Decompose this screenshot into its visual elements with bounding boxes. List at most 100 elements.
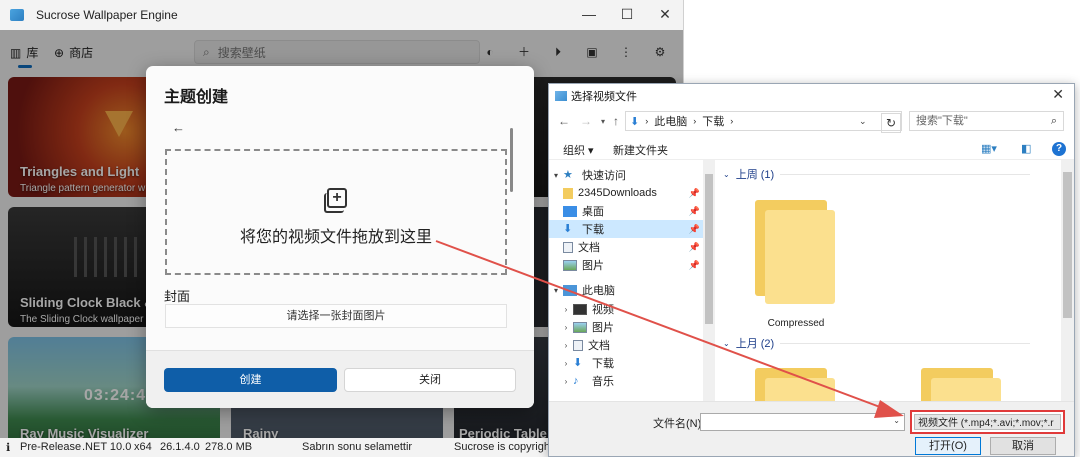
tree-item-documents[interactable]: 文档 📌 — [549, 238, 704, 256]
tree-label: 下载 — [592, 358, 614, 370]
status-framework: .NET 10.0 — [82, 441, 132, 453]
dialog-footer: 创建 关闭 — [146, 350, 534, 408]
tree-item-pc-documents[interactable]: › 文档 — [549, 336, 704, 354]
status-memory: 278.0 MB — [205, 441, 253, 453]
back-arrow-icon[interactable]: ← — [172, 120, 185, 135]
video-icon — [573, 303, 587, 315]
close-button[interactable]: ✕ — [646, 0, 683, 30]
forward-icon[interactable]: → — [580, 114, 592, 128]
open-button[interactable]: 打开(O) — [915, 437, 981, 455]
path-segment-pc[interactable]: 此电脑 — [654, 113, 687, 129]
tree-item-pc-pictures[interactable]: › 图片 — [549, 318, 704, 336]
folder-icon-front — [765, 210, 835, 304]
filename-label: 文件名(N): — [653, 418, 705, 430]
dialog-scrollbar[interactable] — [510, 128, 513, 192]
collapse-icon: ▾ — [553, 285, 558, 295]
expand-icon: › — [564, 322, 568, 332]
tree-label: 文档 — [588, 340, 610, 352]
path-segment-downloads[interactable]: 下载 — [702, 113, 724, 129]
help-icon[interactable]: ? — [1052, 142, 1066, 156]
pin-icon: 📌 — [688, 259, 700, 270]
maximize-button[interactable]: ☐ — [608, 0, 646, 30]
file-list-scroll-thumb[interactable] — [1063, 172, 1072, 318]
tree-item-downloads[interactable]: ⬇ 下载 📌 — [549, 220, 704, 238]
status-version: 26.1.4.0 — [160, 441, 200, 453]
tree-item-2345downloads[interactable]: 2345Downloads 📌 — [549, 184, 704, 202]
tree-quick-access[interactable]: ▾ ★ 快速访问 — [549, 166, 704, 184]
expand-icon: › — [564, 376, 568, 386]
new-folder-button[interactable]: 新建文件夹 — [613, 142, 668, 158]
filename-input[interactable]: ⌄ — [700, 413, 905, 431]
chevron-down-icon[interactable]: ⌄ — [893, 416, 900, 425]
view-options-icon[interactable]: ▦▾ — [981, 142, 997, 155]
create-button[interactable]: 创建 — [164, 368, 337, 392]
group-label: 上周 (1) — [735, 169, 775, 181]
tree-label: 视频 — [592, 304, 614, 316]
tree-item-desktop[interactable]: 桌面 📌 — [549, 202, 704, 220]
back-icon[interactable]: ← — [558, 114, 570, 128]
status-copyright: Sucrose is copyright — [454, 441, 554, 453]
cancel-button[interactable]: 取消 — [990, 437, 1056, 455]
tree-item-pictures[interactable]: 图片 📌 — [549, 256, 704, 274]
folder-search-input[interactable]: 搜索"下载" ⌕ — [909, 111, 1064, 131]
recent-dropdown-icon[interactable]: ▾ — [601, 117, 605, 126]
picture-icon — [573, 321, 587, 333]
group-last-week[interactable]: ⌄ 上周 (1) — [723, 166, 1031, 182]
tree-label: 桌面 — [582, 206, 604, 218]
collapse-icon: ▾ — [553, 170, 558, 180]
tree-label: 2345Downloads — [578, 187, 657, 199]
folder-item[interactable] — [921, 368, 1001, 401]
tree-label: 图片 — [582, 260, 604, 272]
address-row: ← → ▾ ↑ ⬇ › 此电脑 › 下载 › ⌄ ↻ 搜索"下载" ⌕ — [549, 108, 1074, 134]
expand-icon: › — [564, 340, 568, 350]
collapse-icon: ⌄ — [723, 338, 730, 348]
tree-item-videos[interactable]: › 视频 — [549, 300, 704, 318]
pin-icon: 📌 — [688, 241, 700, 252]
organize-button[interactable]: 组织 ▾ — [563, 142, 594, 158]
picture-icon — [563, 259, 577, 271]
file-list: ⌄ 上周 (1) Compressed ⌄ 上月 (2) — [715, 160, 1061, 401]
up-icon[interactable]: ↑ — [613, 114, 619, 128]
tree-label: 此电脑 — [582, 285, 615, 297]
folder-icon-front — [765, 378, 835, 401]
select-cover-button[interactable]: 请选择一张封面图片 — [165, 304, 507, 328]
file-dialog-footer: 文件名(N): ⌄ 视频文件 (*.mp4;*.avi;*.mov;*.r 打开… — [549, 401, 1074, 456]
folder-icon — [563, 187, 573, 199]
group-last-month[interactable]: ⌄ 上月 (2) — [723, 335, 1031, 351]
app-logo-icon — [10, 9, 24, 21]
refresh-icon[interactable]: ↻ — [881, 113, 901, 133]
tree-this-pc[interactable]: ▾ 此电脑 — [549, 281, 704, 299]
drop-zone-text: 将您的视频文件拖放到这里 — [239, 229, 432, 246]
file-list-scrollbar[interactable] — [1061, 160, 1074, 401]
file-dialog-close-button[interactable]: ✕ — [1052, 86, 1064, 103]
minimize-button[interactable]: — — [570, 0, 608, 30]
document-icon — [563, 241, 573, 253]
tree-label: 文档 — [578, 242, 600, 254]
chevron-right-icon: › — [730, 116, 734, 126]
close-dialog-button[interactable]: 关闭 — [344, 368, 516, 392]
preview-pane-icon[interactable]: ◧ — [1021, 142, 1031, 155]
document-icon — [573, 339, 583, 351]
address-dropdown-icon[interactable]: ⌄ — [859, 116, 867, 127]
tree-item-music[interactable]: › ♪ 音乐 — [549, 372, 704, 390]
filetype-value: 视频文件 (*.mp4;*.avi;*.mov;*.r — [914, 414, 1061, 430]
video-drop-zone[interactable]: + 将您的视频文件拖放到这里 — [165, 149, 507, 275]
folder-item[interactable]: Compressed — [755, 200, 835, 340]
tree-scrollbar[interactable] — [703, 160, 715, 401]
filetype-select[interactable]: 视频文件 (*.mp4;*.avi;*.mov;*.r — [910, 410, 1065, 434]
tree-label: 音乐 — [592, 376, 614, 388]
tree-label: 下载 — [582, 224, 604, 236]
folder-search-placeholder: 搜索"下载" — [916, 115, 968, 127]
search-icon: ⌕ — [1050, 115, 1057, 127]
folder-icon-front — [931, 378, 1001, 401]
pin-icon: 📌 — [688, 205, 700, 216]
group-label: 上月 (2) — [735, 338, 775, 350]
pin-icon: 📌 — [688, 223, 700, 234]
tree-scroll-thumb[interactable] — [705, 174, 713, 324]
tree-item-pc-downloads[interactable]: › ⬇ 下载 — [549, 354, 704, 372]
pin-icon: 📌 — [688, 187, 700, 198]
theme-create-dialog: 主题创建 ← + 将您的视频文件拖放到这里 封面 请选择一张封面图片 创建 关闭 — [146, 66, 534, 408]
cover-label: 封面 — [164, 289, 191, 304]
folder-item[interactable] — [755, 368, 835, 401]
tree-label: 快速访问 — [582, 170, 626, 182]
